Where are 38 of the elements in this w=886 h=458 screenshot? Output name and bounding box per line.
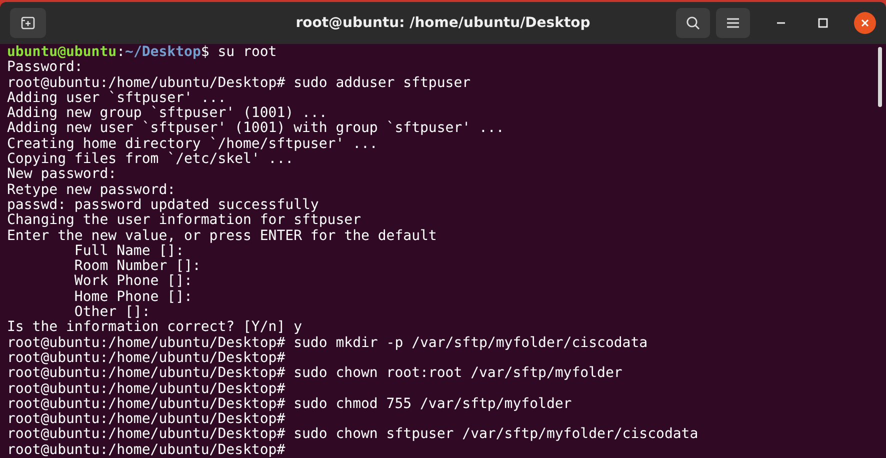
terminal-line: root@ubuntu:/home/ubuntu/Desktop# sudo adduser sftpuser [7,76,472,91]
close-icon [860,18,870,28]
terminal-line: root@ubuntu:/home/ubuntu/Desktop# sudo chown sftpuser /var/sftp/myfolder/ciscodata [7,427,700,443]
terminal-line: Room Number []: [73,259,202,274]
menu-icon [726,17,740,29]
new-tab-icon [20,15,36,31]
terminal-line: root@ubuntu:/home/ubuntu/Desktop# [7,442,286,458]
terminal-line: root@ubuntu:/home/ubuntu/Desktop# [7,350,286,366]
terminal-line: root@ubuntu:/home/ubuntu/Desktop# [7,412,286,428]
terminal-line: Adding new group `sftpuser' (1001) ... [7,106,328,122]
search-icon [685,15,701,31]
maximize-icon [818,18,828,28]
terminal-line: Retype new password: [7,182,177,198]
terminal-line: Password: [7,60,84,76]
terminal-line: Changing the user information for sftpuser [7,213,362,229]
terminal-line: Home Phone []: [73,290,194,305]
terminal-line: root@ubuntu:/home/ubuntu/Desktop# sudo chmod 755 /var/sftp/myfolder [7,396,573,412]
search-button[interactable] [676,8,710,38]
scrollbar[interactable] [878,47,882,107]
menu-button[interactable] [716,8,750,38]
terminal-line: root@ubuntu:/home/ubuntu/Desktop# sudo mkdir -p /var/sftp/myfolder/ciscodata [7,336,649,351]
terminal-line: ubuntu@ubuntu:~/Desktop$ su root [7,45,278,60]
terminal-line: Adding new user `sftpuser' (1001) with group `sftpuser' ... [7,121,506,136]
terminal-line: Other []: [74,305,150,320]
window-title: root@ubuntu: /home/ubuntu/Desktop [296,15,590,31]
terminal-line: Creating home directory `/home/sftpuser' ... [7,136,379,152]
terminal-line: Copying files from `/etc/skel' ... [7,152,295,168]
terminal-line: Adding user `sftpuser' ... [7,90,226,106]
new-tab-button[interactable] [10,8,46,38]
terminal-line: Enter the new value, or press ENTER for the default [7,228,438,244]
terminal-line: passwd: password updated successfully [7,198,320,213]
terminal-line: New password: [7,167,118,183]
terminal-line: root@ubuntu:/home/ubuntu/Desktop# sudo chown root:root /var/sftp/myfolder [7,366,624,382]
close-button[interactable] [854,12,876,34]
terminal-line: root@ubuntu:/home/ubuntu/Desktop# [7,382,286,397]
terminal-line: Work Phone []: [73,274,194,290]
terminal-line: Full Name []: [73,244,186,259]
terminal-line: Is the information correct? [Y/n] y [7,320,304,336]
